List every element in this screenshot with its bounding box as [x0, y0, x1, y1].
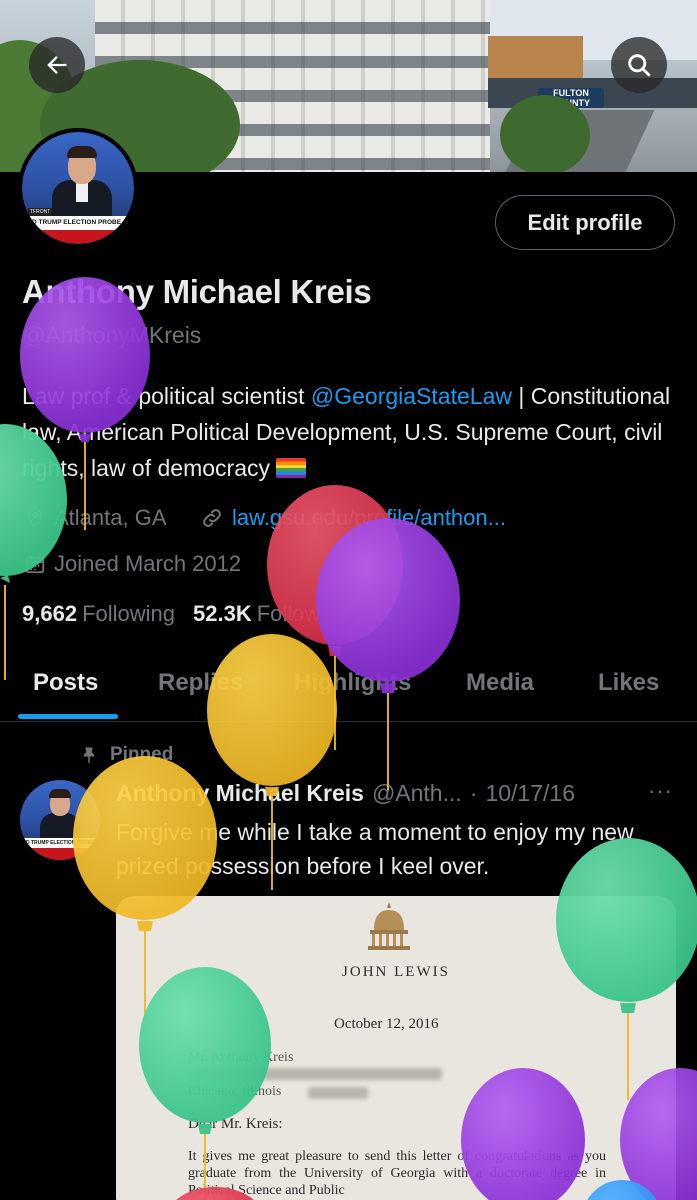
- rainbow-flag-icon: [275, 458, 306, 478]
- joined-text: Joined March 2012: [54, 551, 242, 576]
- search-icon: [628, 54, 651, 77]
- balloon-purple: [316, 518, 460, 790]
- tab-highlights[interactable]: Highlights: [294, 660, 411, 722]
- avatar-hair: [49, 789, 71, 798]
- active-tab-indicator: [18, 714, 118, 719]
- letter-address-line: Mr. Anthony Kreis: [188, 1050, 294, 1065]
- edit-profile-button[interactable]: Edit profile: [495, 195, 675, 250]
- search-button[interactable]: [611, 37, 667, 93]
- post-avatar[interactable]: D TRUMP ELECTION PROBE: [20, 780, 100, 860]
- calendar-icon: [25, 555, 45, 574]
- banner-building-right: [488, 36, 583, 81]
- letter-body: It gives me great pleasure to send this …: [188, 1149, 606, 1198]
- post-author-name[interactable]: Anthony Michael Kreis: [116, 780, 364, 807]
- pin-icon: [83, 747, 95, 764]
- banner-tree: [500, 95, 590, 172]
- post-text: Forgive me while I take a moment to enjo…: [116, 819, 634, 879]
- avatar-image: TFRONT D TRUMP ELECTION PROBE: [22, 132, 134, 244]
- bio-mention-link[interactable]: @GeorgiaStateLaw: [311, 383, 512, 409]
- pinned-indicator: Pinned: [80, 744, 173, 766]
- letter-salutation: Dear Mr. Kreis:: [188, 1116, 283, 1132]
- post-header: Anthony Michael Kreis @Anth... · 10/17/1…: [116, 780, 575, 807]
- tab-posts[interactable]: Posts: [33, 660, 98, 722]
- pinned-label: Pinned: [110, 744, 174, 765]
- post-date[interactable]: 10/17/16: [485, 780, 575, 807]
- tab-replies[interactable]: Replies: [158, 660, 243, 722]
- avatar-chyron: D TRUMP ELECTION PROBE: [22, 216, 134, 230]
- tab-media[interactable]: Media: [466, 660, 534, 722]
- more-options-icon[interactable]: ···: [648, 778, 673, 804]
- profile-handle: @AnthonyMKreis: [22, 322, 202, 348]
- letter-date: October 12, 2016: [334, 1016, 439, 1032]
- profile-name: Anthony Michael Kreis: [22, 273, 372, 310]
- capitol-dome-icon: [368, 902, 410, 950]
- redacted-line: [308, 1087, 368, 1099]
- letterhead: JOHN LEWIS: [342, 964, 450, 980]
- profile-joined: Joined March 2012: [24, 551, 241, 577]
- profile-bio: Law prof & political scientist @GeorgiaS…: [22, 378, 682, 486]
- avatar-hair: [67, 146, 97, 158]
- letter-address-line: Chicago, Illinois: [188, 1084, 282, 1099]
- location-text: Atlanta, GA: [54, 505, 167, 530]
- following-count: 9,662: [22, 601, 78, 626]
- profile-avatar[interactable]: TFRONT D TRUMP ELECTION PROBE: [18, 128, 138, 248]
- profile-website[interactable]: law.gsu.edu/profile/anthon...: [200, 505, 506, 531]
- link-icon: [203, 509, 221, 527]
- followers-label: Followers: [256, 601, 351, 626]
- avatar-tag: TFRONT: [28, 208, 53, 216]
- website-link[interactable]: law.gsu.edu/profile/anthon...: [232, 505, 506, 531]
- location-pin-icon: [27, 507, 43, 529]
- post-author-handle[interactable]: @Anth...: [372, 780, 462, 807]
- following-stat[interactable]: 9,662 Following: [22, 601, 175, 627]
- following-label: Following: [82, 601, 175, 626]
- followers-count: 52.3K: [193, 601, 252, 626]
- profile-stats: 9,662 Following 52.3K Followers: [22, 601, 351, 627]
- followers-stat[interactable]: 52.3K Followers: [193, 601, 351, 627]
- avatar-chyron: D TRUMP ELECTION PROBE: [20, 838, 100, 848]
- back-button[interactable]: [29, 37, 85, 93]
- redacted-line: [192, 1068, 442, 1080]
- arrow-left-icon: [47, 56, 67, 74]
- tab-likes[interactable]: Likes: [598, 660, 659, 722]
- profile-location: Atlanta, GA: [24, 505, 167, 531]
- profile-tabs: Posts Replies Highlights Media Likes: [0, 660, 697, 722]
- avatar-chyron-bar: [20, 848, 100, 860]
- avatar-shirt: [76, 182, 88, 202]
- avatar-chyron-bar: [22, 230, 134, 244]
- bio-text: Law prof & political scientist: [22, 383, 311, 409]
- post-separator: ·: [469, 780, 478, 806]
- post-image[interactable]: JOHN LEWIS October 12, 2016 Mr. Anthony …: [116, 896, 676, 1200]
